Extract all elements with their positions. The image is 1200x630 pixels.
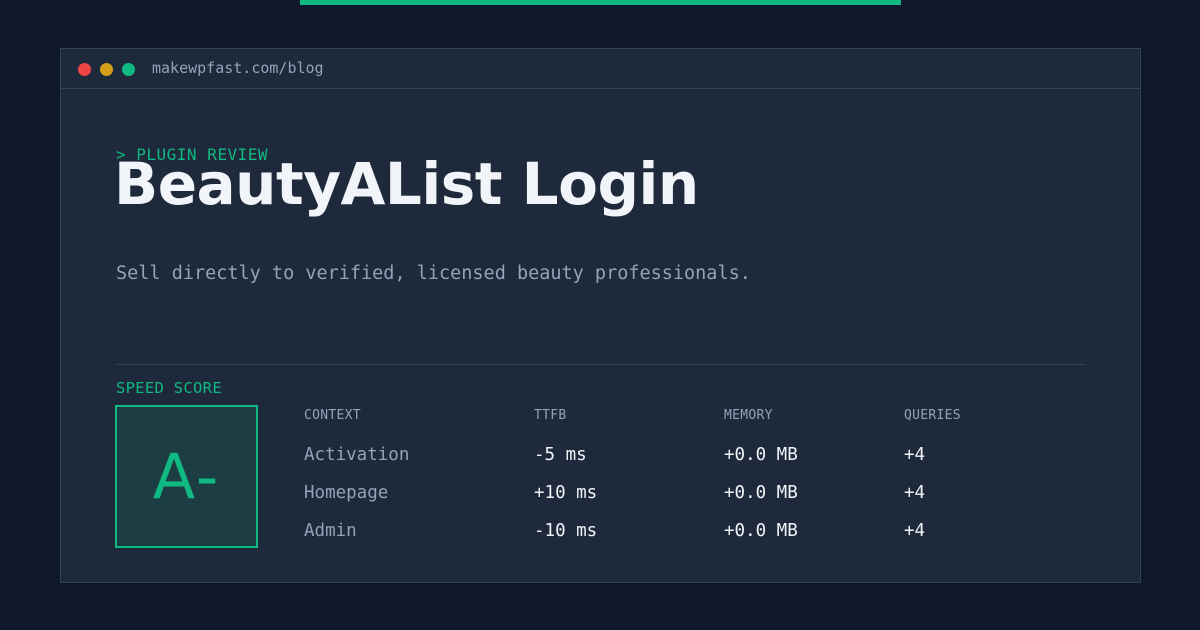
grade-badge: A- [115, 405, 258, 548]
row-admin-ttfb: -10 ms [534, 521, 598, 541]
row-activation-context: Activation [304, 445, 410, 465]
accent-top-bar [300, 0, 901, 5]
row-homepage-memory: +0.0 MB [724, 483, 798, 503]
row-admin-memory: +0.0 MB [724, 521, 798, 541]
column-header-queries: QUERIES [904, 408, 961, 423]
browser-window: makewpfast.com/blog > PLUGIN REVIEW Beau… [60, 48, 1141, 583]
speed-score-label: SPEED SCORE [116, 379, 222, 397]
column-header-ttfb: TTFB [534, 408, 567, 423]
row-admin-context: Admin [304, 521, 357, 541]
url-text: makewpfast.com/blog [152, 59, 324, 77]
minimize-dot-icon [100, 63, 113, 76]
row-homepage-queries: +4 [904, 483, 926, 503]
row-activation-queries: +4 [904, 445, 926, 465]
maximize-dot-icon [122, 63, 135, 76]
section-divider [116, 364, 1085, 365]
row-homepage-ttfb: +10 ms [534, 483, 598, 503]
window-titlebar: makewpfast.com/blog [61, 49, 1140, 89]
close-dot-icon [78, 63, 91, 76]
row-homepage-context: Homepage [304, 483, 389, 503]
column-header-context: CONTEXT [304, 408, 361, 423]
row-admin-queries: +4 [904, 521, 926, 541]
row-activation-ttfb: -5 ms [534, 445, 587, 465]
post-description: Sell directly to verified, licensed beau… [116, 263, 751, 284]
post-title: BeautyAList Login [114, 150, 699, 218]
column-header-memory: MEMORY [724, 408, 773, 423]
row-activation-memory: +0.0 MB [724, 445, 798, 465]
grade-value: A- [152, 439, 221, 513]
